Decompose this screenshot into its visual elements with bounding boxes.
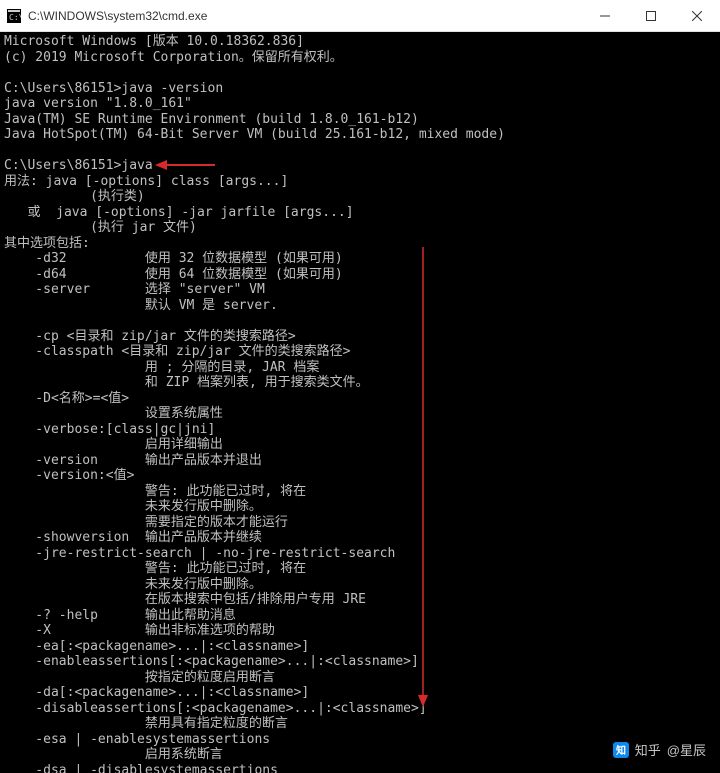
watermark: 知 知乎 @星辰 — [613, 740, 706, 759]
terminal-text: Microsoft Windows [版本 10.0.18362.836] (c… — [4, 34, 716, 773]
maximize-button[interactable] — [628, 0, 674, 32]
window-controls — [582, 0, 720, 32]
minimize-button[interactable] — [582, 0, 628, 32]
svg-text:C:\: C:\ — [9, 13, 21, 22]
terminal-output[interactable]: Microsoft Windows [版本 10.0.18362.836] (c… — [0, 32, 720, 773]
close-button[interactable] — [674, 0, 720, 32]
svg-text:知: 知 — [615, 744, 626, 757]
window-title: C:\WINDOWS\system32\cmd.exe — [28, 9, 582, 23]
window-titlebar: C:\ C:\WINDOWS\system32\cmd.exe — [0, 0, 720, 32]
watermark-handle: @星辰 — [667, 740, 706, 759]
cmd-icon: C:\ — [6, 8, 22, 24]
watermark-brand: 知乎 — [635, 740, 661, 759]
zhihu-icon: 知 — [613, 742, 629, 758]
